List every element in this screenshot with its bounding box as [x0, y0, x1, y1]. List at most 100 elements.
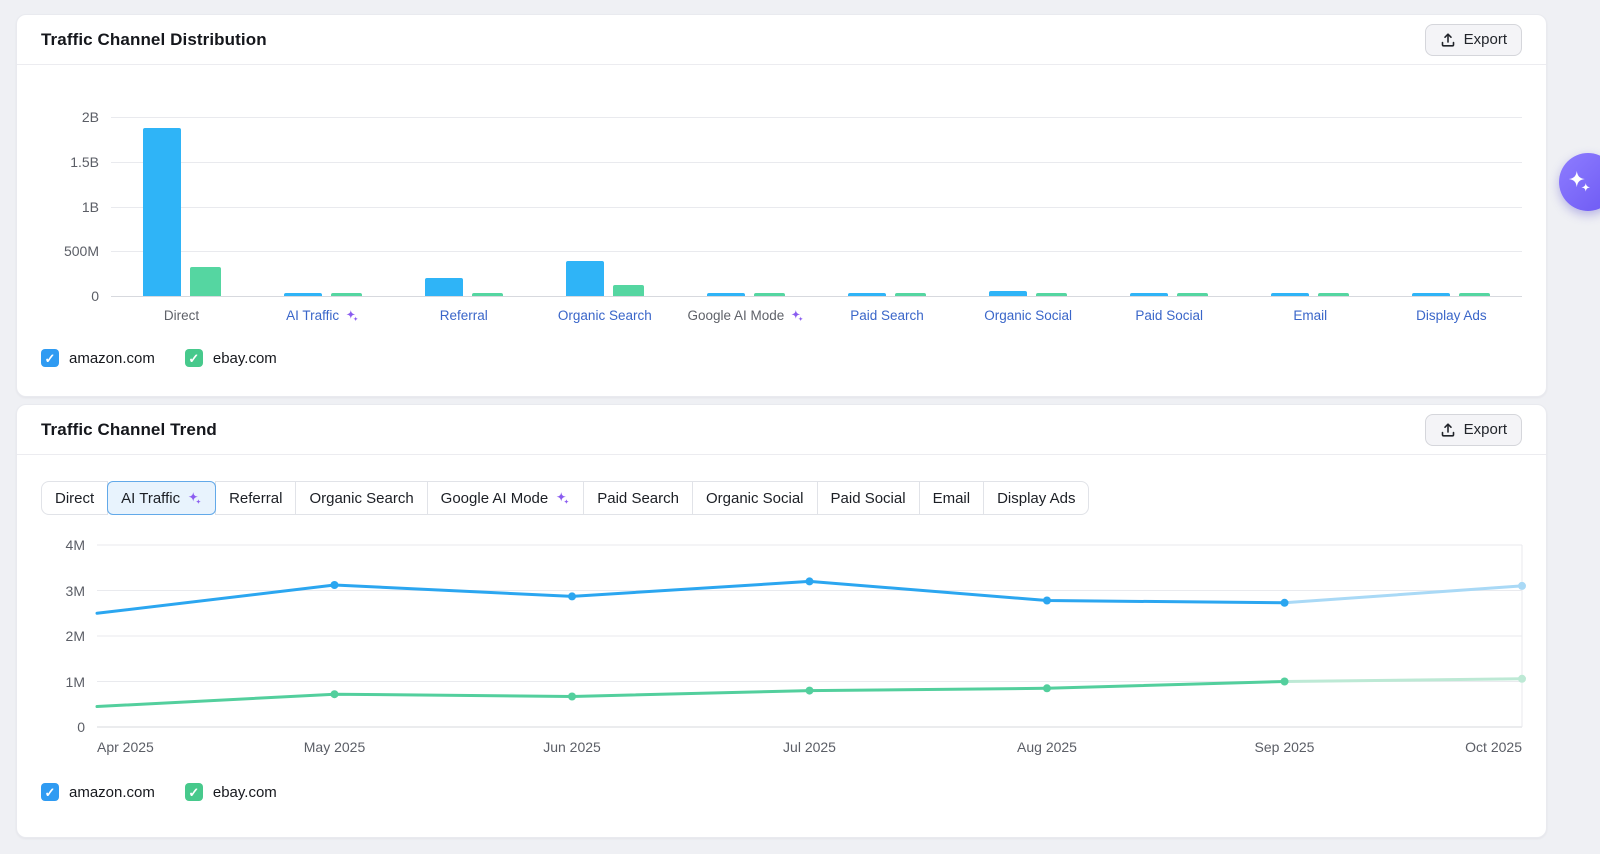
- bar-group-Organic Search: [534, 117, 675, 296]
- tab-referral[interactable]: Referral: [215, 481, 296, 515]
- category-label-text: AI Traffic: [286, 308, 339, 323]
- bar-amazon.com[interactable]: [989, 291, 1027, 296]
- legend-checkbox[interactable]: ✓: [185, 783, 203, 801]
- category-label-text: Display Ads: [1416, 308, 1487, 323]
- distribution-title: Traffic Channel Distribution: [41, 30, 267, 50]
- y-axis-tick: 3M: [66, 583, 85, 599]
- check-icon: ✓: [188, 352, 199, 365]
- bar-amazon.com[interactable]: [1271, 293, 1309, 296]
- tab-organic-social[interactable]: Organic Social: [692, 481, 818, 515]
- tab-label: Paid Search: [597, 490, 679, 507]
- category-label-text: Referral: [440, 308, 488, 323]
- bar-ebay.com[interactable]: [190, 267, 221, 296]
- trend-export-button[interactable]: Export: [1425, 414, 1522, 446]
- category-label-AI Traffic[interactable]: AI Traffic: [252, 308, 393, 323]
- y-axis-tick: 0: [77, 719, 85, 735]
- category-label-Paid Social[interactable]: Paid Social: [1099, 308, 1240, 323]
- sparkle-icon: [1566, 169, 1592, 195]
- bar-group-Organic Social: [958, 117, 1099, 296]
- trend-tabs: DirectAI Traffic Referral Organic Search Go…: [41, 481, 1089, 515]
- distribution-export-button[interactable]: Export: [1425, 24, 1522, 56]
- legend-label: ebay.com: [213, 350, 277, 367]
- tab-email[interactable]: Email: [919, 481, 985, 515]
- bar-ebay.com[interactable]: [1318, 293, 1349, 296]
- bar-group-Display Ads: [1381, 117, 1522, 296]
- legend-item-ebay.com[interactable]: ✓ebay.com: [185, 783, 277, 801]
- category-label-text: Paid Search: [850, 308, 924, 323]
- x-axis-label: May 2025: [304, 739, 365, 755]
- export-label: Export: [1464, 31, 1507, 48]
- tab-label: Referral: [229, 490, 282, 507]
- x-axis-label: Aug 2025: [1017, 739, 1077, 755]
- legend-item-amazon.com[interactable]: ✓ amazon.com: [41, 349, 155, 367]
- legend-item-ebay.com[interactable]: ✓ ebay.com: [185, 349, 277, 367]
- x-axis-label: Jun 2025: [543, 739, 601, 755]
- ai-assistant-button[interactable]: [1559, 153, 1600, 211]
- tab-organic-search[interactable]: Organic Search: [295, 481, 427, 515]
- bar-amazon.com[interactable]: [143, 128, 181, 296]
- trend-y-axis: 01M2M3M4M: [33, 545, 97, 727]
- y-axis-tick: 500M: [64, 243, 99, 259]
- tab-ai-traffic[interactable]: AI Traffic: [107, 481, 216, 515]
- gridline: [111, 296, 1522, 297]
- bar-amazon.com[interactable]: [425, 278, 463, 296]
- y-axis-tick: 2M: [66, 628, 85, 644]
- bar-ebay.com[interactable]: [754, 293, 785, 296]
- category-label-Email[interactable]: Email: [1240, 308, 1381, 323]
- x-axis-label: Jul 2025: [783, 739, 836, 755]
- bar-amazon.com[interactable]: [1412, 293, 1450, 296]
- tab-google-ai-mode[interactable]: Google AI Mode: [427, 481, 585, 515]
- category-label-Organic Social[interactable]: Organic Social: [958, 308, 1099, 323]
- tab-display-ads[interactable]: Display Ads: [983, 481, 1089, 515]
- bar-amazon.com[interactable]: [848, 293, 886, 296]
- category-label-text: Paid Social: [1135, 308, 1203, 323]
- category-label-text: Organic Search: [558, 308, 652, 323]
- bar-amazon.com[interactable]: [284, 293, 322, 296]
- legend-checkbox[interactable]: ✓: [41, 349, 59, 367]
- legend-item-amazon.com[interactable]: ✓amazon.com: [41, 783, 155, 801]
- tab-paid-search[interactable]: Paid Search: [583, 481, 693, 515]
- legend-label: amazon.com: [69, 350, 155, 367]
- bar-ebay.com[interactable]: [472, 293, 503, 296]
- bar-amazon.com[interactable]: [566, 261, 604, 296]
- trend-x-labels: Apr 2025May 2025Jun 2025Jul 2025Aug 2025…: [97, 739, 1522, 757]
- bar-ebay.com[interactable]: [1459, 293, 1490, 296]
- tab-label: Paid Social: [831, 490, 906, 507]
- bar-amazon.com[interactable]: [1130, 293, 1168, 296]
- bar-ebay.com[interactable]: [1177, 293, 1208, 296]
- trend-line-plot: [97, 545, 1522, 727]
- category-label-Organic Search[interactable]: Organic Search: [534, 308, 675, 323]
- category-label-Paid Search[interactable]: Paid Search: [816, 308, 957, 323]
- export-label: Export: [1464, 421, 1507, 438]
- line-chart: 01M2M3M4M: [17, 545, 1546, 727]
- category-label-Referral[interactable]: Referral: [393, 308, 534, 323]
- tab-label: Email: [933, 490, 971, 507]
- check-icon: ✓: [45, 786, 56, 799]
- category-label-text: Organic Social: [984, 308, 1072, 323]
- tab-label: Google AI Mode: [441, 490, 549, 507]
- tab-direct[interactable]: Direct: [41, 481, 108, 515]
- bar-ebay.com[interactable]: [613, 285, 644, 296]
- y-axis-tick: 1.5B: [70, 154, 99, 170]
- bar-chart: 0500M1B1.5B2B: [17, 117, 1546, 296]
- bar-amazon.com[interactable]: [707, 293, 745, 296]
- trend-title: Traffic Channel Trend: [41, 420, 217, 440]
- trend-card-header: Traffic Channel Trend Export: [17, 405, 1546, 455]
- bar-group-Paid Social: [1099, 117, 1240, 296]
- trend-legend: ✓amazon.com ✓ebay.com: [41, 783, 1546, 801]
- bar-y-axis: 0500M1B1.5B2B: [33, 117, 111, 296]
- bar-ebay.com[interactable]: [895, 293, 926, 296]
- bar-group-Referral: [393, 117, 534, 296]
- legend-checkbox[interactable]: ✓: [185, 349, 203, 367]
- category-label-Display Ads[interactable]: Display Ads: [1381, 308, 1522, 323]
- bar-group-Email: [1240, 117, 1381, 296]
- tab-label: Organic Search: [309, 490, 413, 507]
- sparkle-icon: [345, 309, 359, 323]
- bar-ebay.com[interactable]: [1036, 293, 1067, 296]
- legend-checkbox[interactable]: ✓: [41, 783, 59, 801]
- sparkle-icon: [790, 309, 804, 323]
- tab-label: Organic Social: [706, 490, 804, 507]
- bar-ebay.com[interactable]: [331, 293, 362, 296]
- category-label-text: Direct: [164, 308, 199, 323]
- tab-paid-social[interactable]: Paid Social: [817, 481, 920, 515]
